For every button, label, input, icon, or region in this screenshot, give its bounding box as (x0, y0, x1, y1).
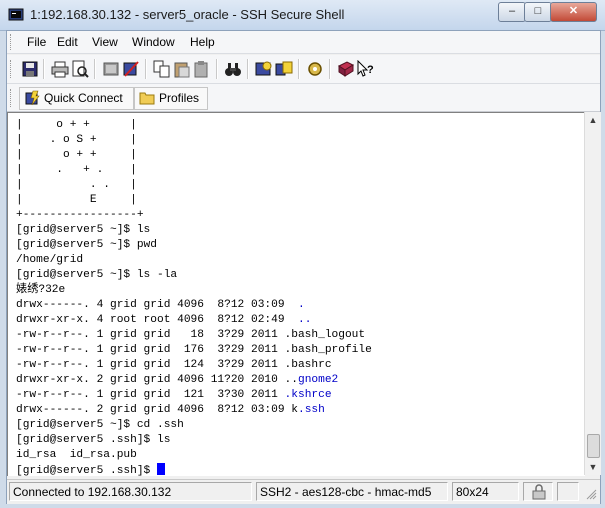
profiles-button[interactable]: Profiles (134, 87, 208, 110)
terminal-line: | . + . | (16, 164, 137, 176)
app-client-area: File Edit View Window Help ? Quick Conne… (6, 30, 601, 504)
toolbar-separator (94, 59, 96, 79)
profiles-label: Profiles (159, 91, 200, 105)
resize-grip-icon[interactable] (585, 488, 597, 500)
scroll-up-arrow[interactable]: ▲ (585, 112, 601, 128)
close-button[interactable]: ✕ (550, 2, 597, 22)
quick-connect-label: Quick Connect (44, 91, 123, 105)
terminal-line: /home/grid (16, 254, 84, 266)
paste-icon[interactable] (173, 60, 191, 78)
toolbar-separator (298, 59, 300, 79)
terminal-line: -rw-r--r--. 1 grid grid 121 3?30 2011 .k… (16, 389, 332, 401)
terminal-line: [grid@server5 ~]$ pwd (16, 239, 157, 251)
new-file-transfer-icon[interactable] (275, 60, 293, 78)
toolbar-separator (43, 59, 45, 79)
terminal-line: -rw-r--r--. 1 grid grid 176 3?29 2011 .b… (16, 344, 372, 356)
menu-view[interactable]: View (92, 35, 118, 49)
terminal-cursor (157, 463, 165, 475)
minimize-button[interactable]: – (498, 2, 526, 22)
terminal-line: drwxr-xr-x. 2 grid grid 4096 11?20 2010 … (16, 374, 339, 386)
menu-help[interactable]: Help (190, 35, 215, 49)
toolbar-separator (145, 59, 147, 79)
terminal-line: [grid@server5 ~]$ ls -la (16, 269, 178, 281)
terminal-line: | . o S + | (16, 134, 137, 146)
terminal-line: -rw-r--r--. 1 grid grid 18 3?29 2011 .ba… (16, 329, 366, 341)
toolbar-separator (216, 59, 218, 79)
help-topics-icon[interactable] (337, 60, 355, 78)
settings-icon[interactable] (306, 60, 324, 78)
connection-toolbar-grip[interactable] (10, 89, 14, 107)
lock-status-panel (523, 482, 553, 501)
terminal-size-status: 80x24 (452, 482, 519, 501)
quick-connect-button[interactable]: Quick Connect (19, 87, 134, 110)
scroll-down-arrow[interactable]: ▼ (585, 459, 601, 475)
vertical-scrollbar[interactable]: ▲ ▼ (584, 112, 601, 475)
copy-icon[interactable] (153, 60, 171, 78)
window-title: 1:192.168.30.132 - server5_oracle - SSH … (30, 7, 345, 22)
terminal-line: | E | (16, 194, 137, 206)
print-icon[interactable] (51, 60, 69, 78)
scroll-thumb[interactable] (587, 434, 600, 458)
terminal-line: drwx------. 4 grid grid 4096 8?12 03:09 … (16, 299, 305, 311)
terminal-output: | o + + | | . o S + | | o + + | | . + . | | … (16, 118, 372, 478)
connect-icon[interactable] (122, 60, 140, 78)
terminal-line: -rw-r--r--. 1 grid grid 124 3?29 2011 .b… (16, 359, 332, 371)
title-bar[interactable]: 1:192.168.30.132 - server5_oracle - SSH … (0, 0, 605, 31)
terminal-line: +-----------------+ (16, 209, 144, 221)
menu-file[interactable]: File (27, 35, 46, 49)
toolbar-separator (329, 59, 331, 79)
disconnect-icon[interactable] (102, 60, 120, 78)
menu-bar: File Edit View Window Help (7, 31, 600, 54)
lock-icon (532, 484, 546, 500)
save-icon[interactable] (21, 60, 39, 78)
terminal-line: | . . | (16, 179, 137, 191)
toolbar-grip[interactable] (10, 60, 14, 78)
terminal-line: drwx------. 2 grid grid 4096 8?12 03:09 … (16, 404, 325, 416)
paste-alt-icon[interactable] (193, 60, 211, 78)
cipher-status: SSH2 - aes128-cbc - hmac-md5 (256, 482, 448, 501)
terminal-line: id_rsa id_rsa.pub (16, 449, 137, 461)
menu-window[interactable]: Window (132, 35, 175, 49)
terminal-line: [grid@server5 ~]$ ls (16, 224, 151, 236)
terminal-line: | o + + | (16, 149, 137, 161)
terminal-line: 婊绣?32e (16, 284, 66, 296)
toolbar: ? (7, 55, 600, 84)
connection-toolbar: Quick Connect Profiles (7, 84, 600, 112)
find-icon[interactable] (224, 60, 242, 78)
ssh-app-icon (8, 8, 24, 21)
quick-connect-icon (25, 90, 40, 106)
folder-icon (139, 92, 155, 105)
terminal-line: [grid@server5 .ssh]$ ls (16, 434, 171, 446)
menu-edit[interactable]: Edit (57, 35, 78, 49)
connection-status: Connected to 192.168.30.132 (9, 482, 252, 501)
maximize-button[interactable]: □ (524, 2, 552, 22)
svg-text:?: ? (367, 64, 374, 76)
status-bar: Connected to 192.168.30.132 SSH2 - aes12… (7, 479, 600, 504)
terminal-line: drwxr-xr-x. 4 root root 4096 8?12 02:49 … (16, 314, 312, 326)
terminal-line: [grid@server5 ~]$ cd .ssh (16, 419, 184, 431)
new-terminal-icon[interactable] (255, 60, 273, 78)
terminal-line: [grid@server5 .ssh]$ (16, 463, 372, 478)
terminal-area[interactable]: | o + + | | . o S + | | o + + | | . + . | | … (7, 112, 585, 478)
print-preview-icon[interactable] (71, 60, 89, 78)
empty-status-panel (557, 482, 579, 501)
context-help-icon[interactable]: ? (357, 60, 375, 78)
toolbar-separator (247, 59, 249, 79)
terminal-line: | o + + | (16, 119, 137, 131)
menubar-grip[interactable] (10, 34, 14, 50)
